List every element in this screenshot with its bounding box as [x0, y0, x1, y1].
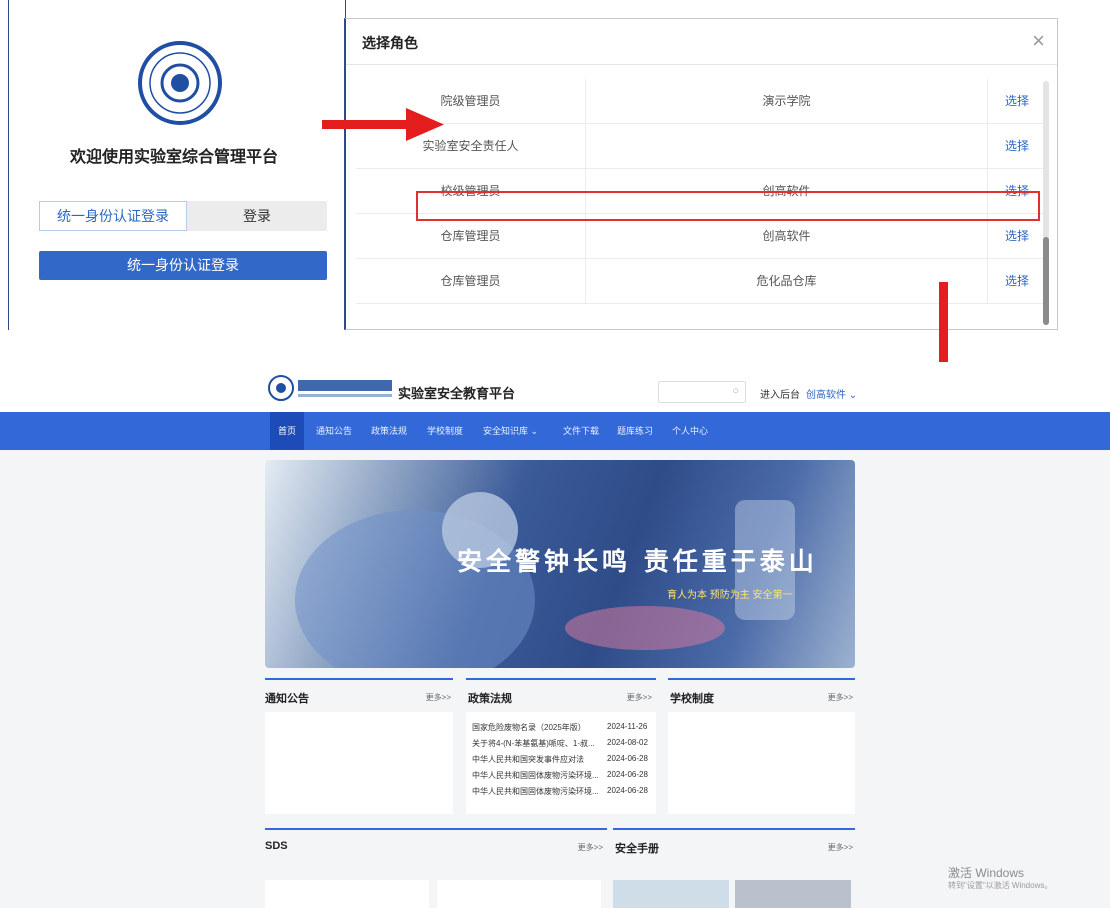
main-nav: 首页 通知公告 政策法规 学校制度 安全知识库 ⌄ 文件下载 题库练习 个人中心: [0, 412, 1110, 450]
banner-headline: 安全警钟长鸣 责任重于泰山: [457, 547, 818, 576]
portal-title: 实验室安全教育平台: [398, 386, 516, 401]
enter-backend-link[interactable]: 进入后台: [760, 386, 800, 401]
banner-subtitle: 育人为本 预防为主 安全第一: [667, 590, 793, 601]
nav-downloads[interactable]: 文件下载: [563, 412, 599, 450]
panel-accent-bar: [613, 828, 855, 830]
panel-title: 通知公告: [265, 693, 309, 705]
panel-body: [265, 712, 453, 814]
nav-home[interactable]: 首页: [270, 412, 305, 450]
university-logo-icon: [138, 41, 222, 125]
policy-title[interactable]: 关于将4-(N-苯基氨基)哌啶、1-叔...: [472, 738, 595, 749]
panel-accent-bar: [668, 678, 855, 680]
nav-policy[interactable]: 政策法规: [371, 412, 407, 450]
nav-knowledge-base[interactable]: 安全知识库 ⌄: [483, 412, 538, 450]
nav-personal-center[interactable]: 个人中心: [672, 412, 708, 450]
select-role-link[interactable]: 选择: [988, 259, 1046, 304]
sds-card[interactable]: [437, 880, 601, 908]
tab-password-login[interactable]: 登录: [187, 201, 327, 231]
tab-sso-login[interactable]: 统一身份认证登录: [39, 201, 187, 231]
select-role-link[interactable]: 选择: [988, 79, 1046, 124]
policy-title[interactable]: 中华人民共和国突发事件应对法: [472, 754, 584, 765]
hero-banner[interactable]: 安全警钟长鸣 责任重于泰山 育人为本 预防为主 安全第一: [265, 460, 855, 668]
sds-panel: SDS 更多>>: [265, 828, 607, 908]
sds-card[interactable]: [265, 880, 429, 908]
welcome-title: 欢迎使用实验室综合管理平台: [69, 149, 278, 166]
policy-title[interactable]: 国家危险废物名录（2025年版）: [472, 722, 586, 733]
close-icon[interactable]: ×: [1032, 28, 1045, 54]
windows-activation-watermark: 激活 Windows: [948, 866, 1025, 880]
safety-manual-panel: 安全手册 更多>>: [613, 828, 855, 908]
nav-school-rules[interactable]: 学校制度: [427, 412, 463, 450]
nav-question-bank[interactable]: 题库练习: [617, 412, 653, 450]
table-row: 实验室安全责任人 选择: [356, 124, 1046, 169]
school-rules-panel: 学校制度 更多>>: [668, 678, 855, 818]
more-link[interactable]: 更多>>: [828, 692, 853, 703]
panel-title: SDS: [265, 840, 288, 852]
user-menu-dropdown[interactable]: 创高软件 ⌄: [806, 386, 857, 401]
manual-thumbnail[interactable]: [735, 880, 851, 908]
education-portal: 实验室安全教育平台 ○ 进入后台 创高软件 ⌄ 首页 通知公告 政策法规 学校制…: [0, 362, 1110, 908]
policy-date: 2024-08-02: [607, 738, 648, 747]
policy-panel: 政策法规 更多>> 国家危险废物名录（2025年版） 2024-11-26 关于…: [466, 678, 656, 818]
role-org: 演示学院: [586, 79, 988, 124]
policy-title[interactable]: 中华人民共和国固体废物污染环境...: [472, 786, 599, 797]
panel-accent-bar: [265, 678, 453, 680]
panel-accent-bar: [265, 828, 607, 830]
policy-date: 2024-11-26: [607, 722, 648, 731]
sso-login-button[interactable]: 统一身份认证登录: [39, 251, 327, 280]
policy-date: 2024-06-28: [607, 770, 648, 779]
more-link[interactable]: 更多>>: [627, 692, 652, 703]
more-link[interactable]: 更多>>: [426, 692, 451, 703]
portal-header: 实验室安全教育平台 ○ 进入后台 创高软件 ⌄: [0, 362, 1110, 412]
policy-date: 2024-06-28: [607, 786, 648, 795]
table-row: 院级管理员 演示学院 选择: [356, 79, 1046, 124]
select-role-link[interactable]: 选择: [988, 124, 1046, 169]
policy-title[interactable]: 中华人民共和国固体废物污染环境...: [472, 770, 599, 781]
more-link[interactable]: 更多>>: [578, 842, 603, 853]
role-org: [586, 124, 988, 169]
role-name: 仓库管理员: [356, 259, 586, 304]
panel-accent-bar: [466, 678, 656, 680]
panel-title: 安全手册: [615, 843, 659, 855]
university-logo-icon: [268, 375, 392, 401]
policy-date: 2024-06-28: [607, 754, 648, 763]
manual-thumbnail[interactable]: [613, 880, 729, 908]
search-input[interactable]: ○: [658, 381, 746, 403]
nav-notice[interactable]: 通知公告: [316, 412, 352, 450]
panel-title: 政策法规: [468, 693, 512, 705]
dialog-title: 选择角色: [362, 35, 418, 51]
panel-body: [668, 712, 855, 814]
more-link[interactable]: 更多>>: [828, 842, 853, 853]
search-icon[interactable]: ○: [732, 385, 739, 397]
windows-activation-hint: 转到"设置"以激活 Windows。: [948, 881, 1053, 890]
highlight-box: [416, 191, 1040, 221]
dialog-header: 选择角色 ×: [346, 19, 1057, 65]
red-arrow-right-icon: [322, 108, 444, 141]
panel-body: 国家危险废物名录（2025年版） 2024-11-26 关于将4-(N-苯基氨基…: [466, 712, 656, 814]
login-panel: 欢迎使用实验室综合管理平台 统一身份认证登录 登录 统一身份认证登录: [8, 0, 346, 330]
panel-title: 学校制度: [670, 693, 714, 705]
scrollbar-thumb[interactable]: [1043, 237, 1049, 325]
notice-panel: 通知公告 更多>>: [265, 678, 453, 818]
